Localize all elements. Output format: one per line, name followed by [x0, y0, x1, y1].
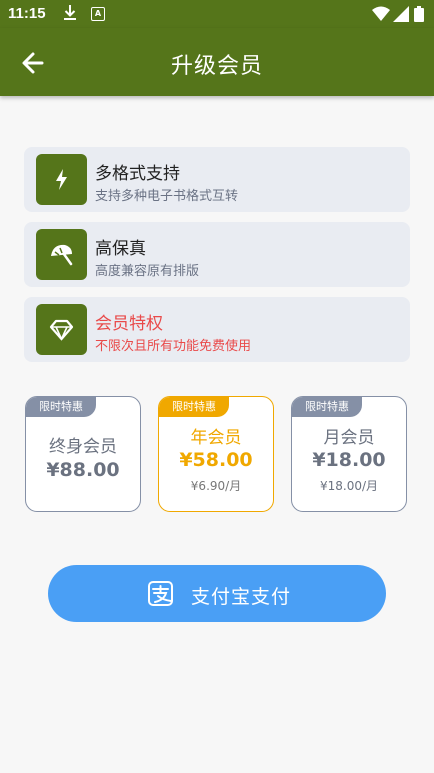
pay-button-label: 支付宝支付 [191, 586, 292, 608]
app-bar: 升级会员 [0, 28, 434, 96]
feature-title: 高保真 [95, 239, 146, 259]
feature-card-multiformat: 多格式支持 支持多种电子书格式互转 [24, 147, 410, 212]
plan-monthly-price: ¥6.90/月 [190, 479, 242, 493]
feature-subtitle: 不限次且所有功能免费使用 [95, 339, 252, 354]
alipay-icon [148, 581, 173, 606]
lightning-icon [56, 169, 67, 190]
plan-lifetime[interactable]: 限时特惠 终身会员 ¥88.00 [25, 396, 141, 512]
plan-yearly[interactable]: 限时特惠 年会员 ¥58.00 ¥6.90/月 [158, 396, 274, 512]
plan-price: ¥18.00 [312, 449, 386, 471]
feature-card-fidelity: 高保真 高度兼容原有排版 [24, 222, 410, 287]
page-title: 升级会员 [170, 54, 263, 79]
feature-card-vip: 会员特权 不限次且所有功能免费使用 [24, 297, 410, 362]
battery-icon [414, 6, 424, 22]
app-notification-icon: A [91, 7, 105, 21]
feature-title: 多格式支持 [95, 164, 180, 184]
diamond-icon [49, 319, 74, 341]
feature-title: 会员特权 [95, 314, 163, 334]
status-time: 11:15 [8, 5, 46, 22]
plan-name: 终身会员 [49, 437, 117, 457]
umbrella-icon [51, 244, 73, 266]
feature-subtitle: 支持多种电子书格式互转 [95, 189, 239, 204]
download-icon [64, 5, 76, 20]
plan-monthly[interactable]: 限时特惠 月会员 ¥18.00 ¥18.00/月 [291, 396, 407, 512]
plan-name: 年会员 [190, 428, 242, 448]
feature-subtitle: 高度兼容原有排版 [95, 264, 200, 279]
plan-monthly-price: ¥18.00/月 [319, 479, 379, 493]
plan-name: 月会员 [323, 428, 375, 448]
alipay-pay-button[interactable]: 支付宝支付 [48, 565, 386, 622]
status-bar: 11:15 A [0, 0, 434, 28]
limited-offer-badge: 限时特惠 [159, 397, 229, 417]
plan-price: ¥58.00 [179, 449, 253, 471]
limited-offer-badge: 限时特惠 [26, 397, 96, 417]
wifi-icon [372, 6, 390, 21]
signal-icon [393, 6, 409, 22]
plan-price: ¥88.00 [46, 459, 120, 481]
limited-offer-badge: 限时特惠 [292, 397, 362, 417]
